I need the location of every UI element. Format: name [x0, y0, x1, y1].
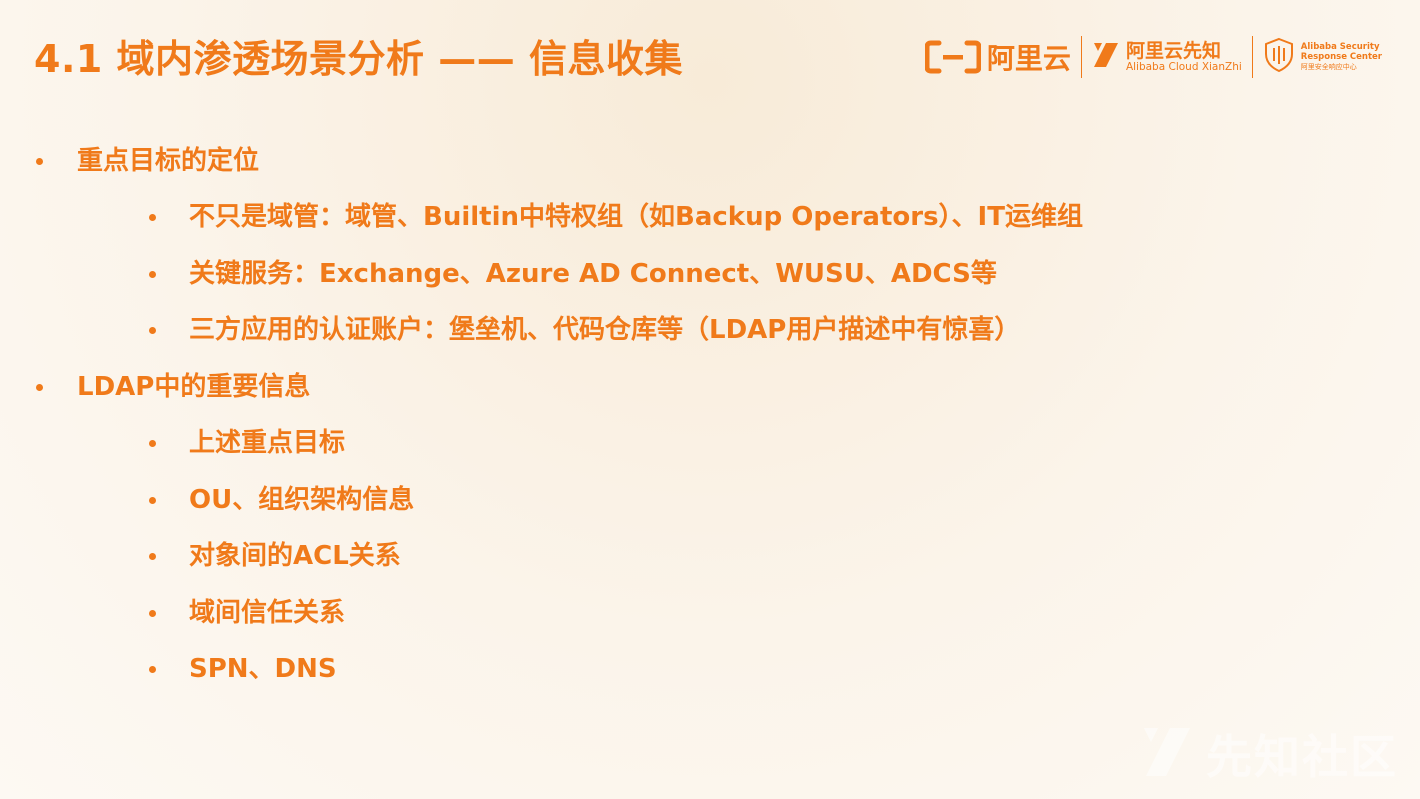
bullet-level2: 对象间的ACL关系 [189, 541, 401, 571]
logo-divider [1080, 36, 1082, 78]
asrc-line2: Response Center [1300, 51, 1382, 62]
bullet-level2: 不只是域管：域管、Builtin中特权组（如Backup Operators）、… [189, 202, 1083, 232]
bullet-dot [149, 214, 156, 221]
logo-divider [1251, 36, 1253, 78]
aliyun-bracket-icon [924, 40, 981, 74]
bullet-dot [149, 440, 156, 447]
bullet-dot [36, 158, 43, 165]
bullet-level2: 上述重点目标 [189, 428, 346, 458]
aliyun-logo: 阿里云 [924, 37, 1071, 77]
bullet-level2: 三方应用的认证账户：堡垒机、代码仓库等（LDAP用户描述中有惊喜） [189, 315, 1021, 345]
xianzhi-en-name: Alibaba Cloud XianZhi [1125, 60, 1242, 73]
xianzhi-logo: 阿里云先知 Alibaba Cloud XianZhi [1092, 39, 1242, 73]
bullet-dot [36, 384, 43, 391]
bullet-level2: SPN、DNS [189, 654, 337, 684]
bullet-dot [149, 327, 156, 334]
header-logos: 阿里云 阿里云先知 Alibaba Cloud XianZhi Alibaba … [924, 34, 1382, 80]
asrc-line3: 阿里安全响应中心 [1300, 62, 1357, 71]
bullet-level1: 重点目标的定位 [77, 146, 260, 176]
bullet-level2: OU、组织架构信息 [189, 485, 415, 515]
bullet-dot [149, 497, 156, 504]
bullet-dot [149, 666, 156, 673]
shield-icon [1263, 37, 1295, 77]
bullet-dot [149, 271, 156, 278]
slide: 4.1 域内渗透场景分析 —— 信息收集 阿里云 阿里云先知 Alibaba C… [0, 0, 1420, 799]
watermark-text: 先知社区 [1206, 730, 1398, 784]
xianzhi-cn-name: 阿里云先知 [1125, 39, 1221, 62]
slide-title: 4.1 域内渗透场景分析 —— 信息收集 [34, 37, 684, 81]
xianzhi-icon [1092, 41, 1120, 73]
aliyun-wordmark: 阿里云 [986, 42, 1071, 75]
bullet-level2: 域间信任关系 [189, 598, 346, 628]
bullet-level2: 关键服务：Exchange、Azure AD Connect、WUSU、ADCS… [189, 259, 997, 289]
bullet-dot [149, 610, 156, 617]
xianzhi-watermark-icon [1140, 724, 1196, 784]
asrc-logo: Alibaba Security Response Center 阿里安全响应中… [1263, 37, 1382, 77]
bullet-level1: LDAP中的重要信息 [77, 372, 311, 402]
bullet-dot [149, 553, 156, 560]
watermark: 先知社区 [1140, 721, 1398, 787]
